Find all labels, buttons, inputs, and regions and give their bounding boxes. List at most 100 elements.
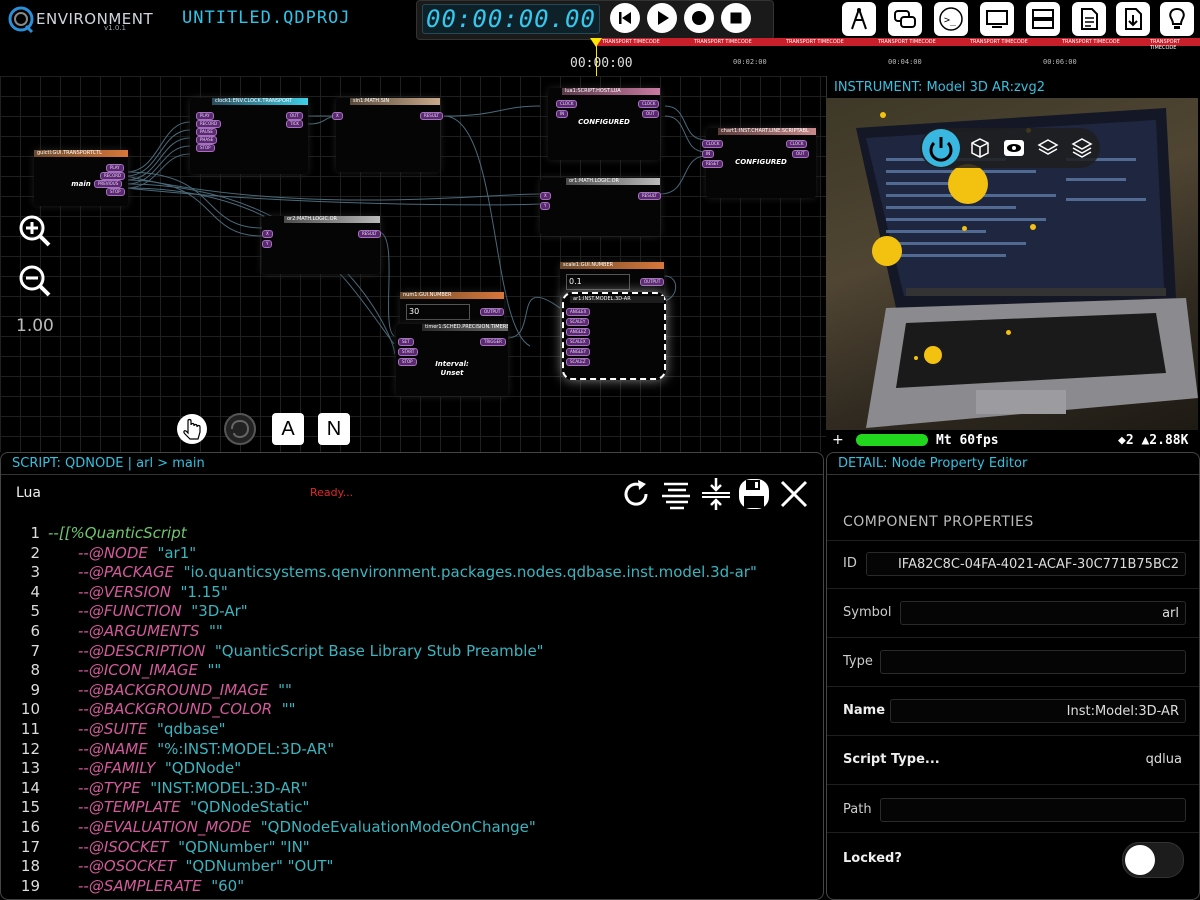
node-port[interactable]: IN	[702, 150, 715, 158]
refresh-button[interactable]	[618, 476, 654, 512]
cube-button[interactable]	[968, 136, 992, 160]
node-port[interactable]: PREVIOUS	[94, 180, 123, 188]
node-timer1[interactable]: timer1:SCHED.PRECISION.TIMERBE SET START…	[396, 324, 508, 396]
tool-a-button[interactable]: A	[272, 413, 304, 445]
close-script-button[interactable]	[778, 478, 810, 510]
code-line[interactable]: 6 --@ARGUMENTS ""	[10, 622, 810, 642]
node-port[interactable]: TICK	[286, 120, 304, 128]
ar-camera-view[interactable]	[826, 98, 1198, 430]
record-button[interactable]	[684, 3, 714, 33]
node-port[interactable]: CLOCK	[638, 100, 660, 108]
node-port[interactable]: PHASE	[196, 136, 218, 144]
node-port[interactable]: CLOCK	[786, 140, 808, 148]
node-num1[interactable]: num1:GUI.NUMBER 30 OUTPUT	[400, 292, 505, 328]
number-input[interactable]: 0.1	[566, 274, 630, 290]
code-line[interactable]: 15 --@TEMPLATE "QDNodeStatic"	[10, 798, 810, 818]
node-port[interactable]: ANGLEX	[566, 308, 591, 316]
split-button[interactable]	[698, 476, 734, 512]
node-port[interactable]: RESULT	[358, 230, 381, 238]
code-line[interactable]: 8 --@ICON_IMAGE ""	[10, 661, 810, 681]
node-port[interactable]: ANGLEY	[566, 348, 591, 356]
symbol-field[interactable]: arl	[900, 601, 1186, 625]
node-port[interactable]: X	[332, 112, 343, 120]
format-button[interactable]	[658, 476, 694, 512]
locked-toggle-knob[interactable]	[1125, 845, 1155, 875]
node-port[interactable]: OUT	[792, 150, 809, 158]
layers-button[interactable]	[1036, 136, 1060, 160]
brain-mode-button[interactable]	[222, 413, 256, 445]
id-field[interactable]: IFA82C8C-04FA-4021-ACAF-30C771B75BC2	[866, 552, 1186, 576]
node-port[interactable]: SCALEY	[566, 318, 590, 326]
name-field[interactable]: Inst:Model:3D-AR	[890, 699, 1186, 723]
node-port[interactable]: SET	[398, 338, 414, 346]
node-port[interactable]: ANGLEZ	[566, 328, 591, 336]
save-button[interactable]	[736, 476, 772, 512]
type-field[interactable]	[880, 650, 1186, 674]
script-type-label[interactable]: Script Type...	[843, 752, 940, 767]
add-button[interactable]: +	[832, 432, 844, 448]
code-line[interactable]: 14 --@TYPE "INST:MODEL:3D-AR"	[10, 779, 810, 799]
node-ar1[interactable]: ar1:INST.MODEL.3D-AR ANGLEX SCALEY ANGLE…	[562, 292, 666, 380]
layers-stack-button[interactable]	[1070, 136, 1094, 160]
code-line[interactable]: 19 --@SAMPLERATE "60"	[10, 877, 810, 897]
code-line[interactable]: 13 --@FAMILY "QDNode"	[10, 759, 810, 779]
skip-back-button[interactable]	[610, 3, 640, 33]
node-sin1[interactable]: sin1:MATH.SIN X RESULT	[332, 98, 443, 172]
stop-button[interactable]	[721, 3, 751, 33]
node-port[interactable]: Y	[540, 202, 551, 210]
node-port[interactable]: IN	[556, 110, 569, 118]
node-port[interactable]: OUT	[642, 110, 659, 118]
node-port[interactable]: RECORD	[100, 172, 126, 180]
node-port[interactable]: PLAY	[196, 112, 214, 120]
path-field[interactable]	[880, 798, 1186, 822]
code-line[interactable]: 17 --@ISOCKET "QDNumber" "IN"	[10, 838, 810, 858]
node-port[interactable]: Y	[262, 240, 273, 248]
node-port[interactable]: RESULT	[420, 112, 443, 120]
code-line[interactable]: 7 --@DESCRIPTION "QuanticScript Base Libr…	[10, 642, 810, 662]
node-port[interactable]: X	[540, 192, 551, 200]
node-port[interactable]: RESULT	[638, 192, 661, 200]
tool-n-button[interactable]: N	[318, 413, 350, 445]
node-port[interactable]: SCALEX	[566, 338, 590, 346]
code-editor[interactable]: 1 --[[%QuanticScript 2 --@NODE "ar1" 3 --@PAC…	[10, 524, 810, 896]
number-input[interactable]: 30	[406, 304, 470, 320]
node-port[interactable]: STOP	[196, 144, 215, 152]
code-line[interactable]: 3 --@PACKAGE "io.quanticsystems.qenvironm…	[10, 563, 810, 583]
node-port[interactable]: X	[262, 230, 273, 238]
code-line[interactable]: 9 --@BACKGROUND_IMAGE ""	[10, 681, 810, 701]
touch-mode-button[interactable]	[176, 413, 208, 445]
code-line[interactable]: 11 --@SUITE "qdbase"	[10, 720, 810, 740]
code-line[interactable]: 2 --@NODE "ar1"	[10, 544, 810, 564]
zoom-out-button[interactable]	[18, 264, 52, 298]
node-port[interactable]: CLOCK	[702, 140, 724, 148]
monitor-button[interactable]	[980, 2, 1014, 36]
node-port[interactable]: OUT	[286, 112, 303, 120]
node-canvas[interactable]: guictl:GUI.TRANSPORTCTL main PLAY RECORD…	[0, 76, 826, 452]
node-guictl[interactable]: guictl:GUI.TRANSPORTCTL main PLAY RECORD…	[34, 150, 128, 206]
node-port[interactable]: STOP	[106, 188, 125, 196]
node-port[interactable]: RECORD	[196, 120, 222, 128]
node-lua1[interactable]: lua1:SCRIPT.HOST.LUA CLOCK IN CLOCK OUT …	[548, 88, 660, 160]
node-port[interactable]: CLOCK	[556, 100, 578, 108]
node-port[interactable]: PLAY	[106, 164, 124, 172]
node-port[interactable]: START	[398, 348, 419, 356]
compass-button[interactable]	[842, 2, 876, 36]
lightbulb-button[interactable]	[1160, 2, 1194, 36]
code-line[interactable]: 1 --[[%QuanticScript	[10, 524, 810, 544]
play-button[interactable]	[647, 3, 677, 33]
code-line[interactable]: 12 --@NAME "%:INST:MODEL:3D-AR"	[10, 740, 810, 760]
zoom-in-button[interactable]	[18, 214, 52, 248]
node-chart1[interactable]: chart1:INST.CHART.LINE.SCRIPTABL CLOCK I…	[702, 128, 816, 198]
code-line[interactable]: 18 --@OSOCKET "QDNumber" "OUT"	[10, 857, 810, 877]
node-or1[interactable]: or1:MATH.LOGIC.OR X Y RESULT	[540, 178, 661, 236]
eye-button[interactable]	[1002, 136, 1026, 160]
code-line[interactable]: 16 --@EVALUATION_MODE "QDNodeEvaluationMo…	[10, 818, 810, 838]
server-button[interactable]	[1026, 2, 1060, 36]
code-line[interactable]: 4 --@VERSION "1.15"	[10, 583, 810, 603]
terminal-button[interactable]: >_	[934, 2, 968, 36]
node-port[interactable]: OUTPUT	[640, 278, 665, 286]
project-title[interactable]: UNTITLED.QDPROJ	[182, 8, 351, 28]
node-port[interactable]: SCALEZ	[566, 358, 590, 366]
node-port[interactable]: PAUSE	[196, 128, 217, 136]
power-button[interactable]	[922, 129, 960, 167]
